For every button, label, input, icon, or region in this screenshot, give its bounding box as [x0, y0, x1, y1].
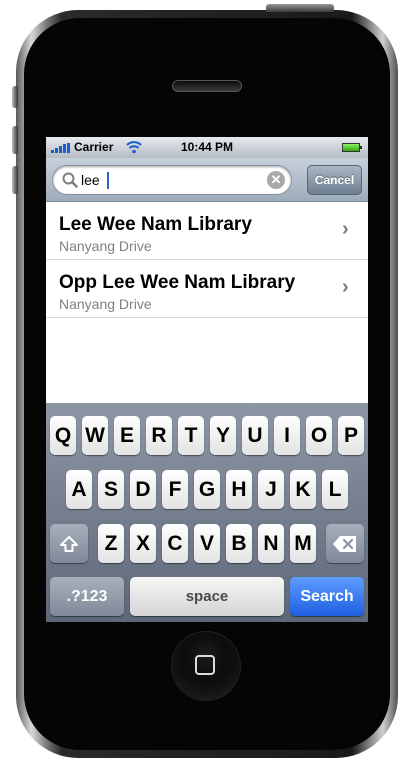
- search-field[interactable]: ✕: [52, 165, 292, 195]
- backspace-icon: [333, 535, 356, 552]
- key-l[interactable]: L: [322, 470, 348, 509]
- key-i[interactable]: I: [274, 416, 300, 455]
- result-row[interactable]: Lee Wee Nam Library Nanyang Drive ›: [46, 202, 368, 260]
- clear-icon[interactable]: ✕: [267, 171, 285, 189]
- keyboard-row-1: Q W E R T Y U I O P: [46, 416, 368, 458]
- keyboard-row-3: Z X C V B N M: [46, 524, 368, 566]
- keyboard-row-2: A S D F G H J K L: [46, 470, 368, 512]
- cancel-button[interactable]: Cancel: [307, 165, 362, 195]
- keyboard-row-4: .?123 space Search: [46, 577, 368, 619]
- shift-icon: [60, 535, 78, 552]
- key-z[interactable]: Z: [98, 524, 124, 563]
- screen: Carrier 10:44 PM ✕ Cancel Lee Wee Nam Li…: [46, 137, 368, 622]
- key-t[interactable]: T: [178, 416, 204, 455]
- volume-up-button: [12, 126, 18, 154]
- key-p[interactable]: P: [338, 416, 364, 455]
- key-v[interactable]: V: [194, 524, 220, 563]
- key-k[interactable]: K: [290, 470, 316, 509]
- status-bar: Carrier 10:44 PM: [46, 137, 368, 158]
- key-d[interactable]: D: [130, 470, 156, 509]
- result-title: Lee Wee Nam Library: [59, 214, 252, 235]
- key-s[interactable]: S: [98, 470, 124, 509]
- status-time: 10:44 PM: [180, 140, 234, 154]
- magnifier-icon: [62, 172, 78, 188]
- key-x[interactable]: X: [130, 524, 156, 563]
- earpiece-speaker: [172, 80, 242, 92]
- key-j[interactable]: J: [258, 470, 284, 509]
- key-e[interactable]: E: [114, 416, 140, 455]
- search-bar: ✕ Cancel: [46, 158, 368, 202]
- numbers-key[interactable]: .?123: [50, 577, 124, 616]
- result-subtitle: Nanyang Drive: [59, 296, 152, 312]
- key-f[interactable]: F: [162, 470, 188, 509]
- chevron-right-icon: ›: [342, 218, 349, 240]
- sleep-button: [266, 4, 334, 12]
- key-b[interactable]: B: [226, 524, 252, 563]
- key-r[interactable]: R: [146, 416, 172, 455]
- key-q[interactable]: Q: [50, 416, 76, 455]
- results-list: Lee Wee Nam Library Nanyang Drive › Opp …: [46, 202, 368, 318]
- search-key[interactable]: Search: [290, 577, 364, 616]
- home-button[interactable]: [172, 632, 240, 700]
- chevron-right-icon: ›: [342, 276, 349, 298]
- result-subtitle: Nanyang Drive: [59, 238, 152, 254]
- home-button-icon: [195, 655, 215, 675]
- key-o[interactable]: O: [306, 416, 332, 455]
- key-w[interactable]: W: [82, 416, 108, 455]
- key-g[interactable]: G: [194, 470, 220, 509]
- battery-icon: [342, 143, 362, 152]
- volume-down-button: [12, 166, 18, 194]
- key-h[interactable]: H: [226, 470, 252, 509]
- result-row[interactable]: Opp Lee Wee Nam Library Nanyang Drive ›: [46, 260, 368, 318]
- key-a[interactable]: A: [66, 470, 92, 509]
- space-key[interactable]: space: [130, 577, 284, 616]
- result-title: Opp Lee Wee Nam Library: [59, 272, 296, 293]
- mute-switch: [12, 86, 18, 108]
- backspace-key[interactable]: [326, 524, 364, 563]
- shift-key[interactable]: [50, 524, 88, 563]
- key-m[interactable]: M: [290, 524, 316, 563]
- key-c[interactable]: C: [162, 524, 188, 563]
- key-u[interactable]: U: [242, 416, 268, 455]
- key-y[interactable]: Y: [210, 416, 236, 455]
- key-n[interactable]: N: [258, 524, 284, 563]
- keyboard: Q W E R T Y U I O P A S D F G H J K L Z …: [46, 403, 368, 622]
- text-cursor: [107, 172, 109, 189]
